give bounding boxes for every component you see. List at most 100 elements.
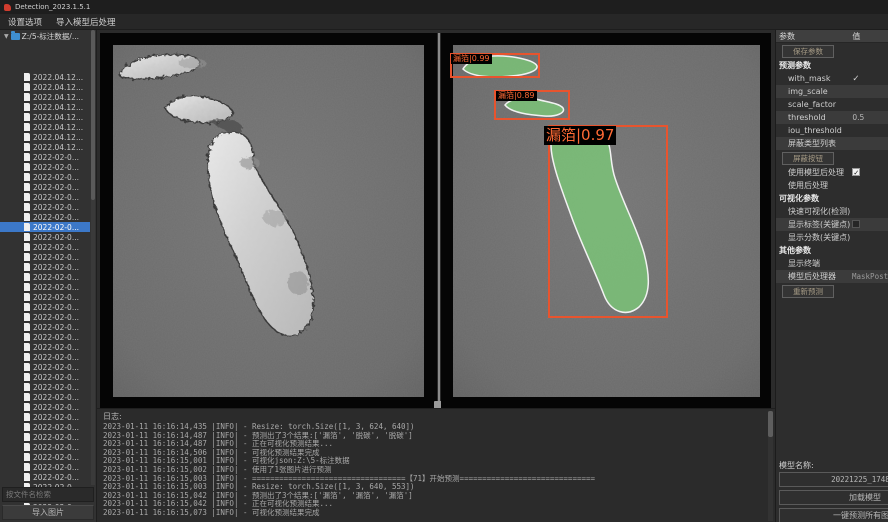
- param-label: scale_factor: [776, 100, 852, 109]
- param-row[interactable]: iou_threshold: [776, 124, 888, 137]
- file-item-label: 2022-02-0...: [33, 233, 79, 242]
- file-item[interactable]: 2022.04.12...: [0, 142, 90, 152]
- file-item[interactable]: 2022-02-0...: [0, 302, 90, 312]
- file-item[interactable]: 2022.04.12...: [0, 82, 90, 92]
- file-item[interactable]: 2022-02-0...: [0, 332, 90, 342]
- file-icon: [24, 373, 30, 381]
- param-row[interactable]: 显示终端: [776, 257, 888, 270]
- file-item[interactable]: 2022-02-0...: [0, 372, 90, 382]
- params-button-row: 重新预测: [776, 283, 888, 299]
- menu-item-settings[interactable]: 设置选项: [8, 16, 42, 28]
- file-icon: [24, 73, 30, 81]
- file-item[interactable]: 2022-02-0...: [0, 182, 90, 192]
- file-item[interactable]: 2022-02-0...: [0, 392, 90, 402]
- file-item[interactable]: 2022-02-0...: [0, 402, 90, 412]
- search-input[interactable]: [2, 487, 94, 502]
- param-value: [852, 220, 888, 230]
- param-value: 0.5: [852, 113, 888, 122]
- file-item[interactable]: 2022.04.12...: [0, 132, 90, 142]
- param-row[interactable]: 模型后处理器MaskPostPro: [776, 270, 888, 283]
- param-button[interactable]: 屏蔽按钮: [782, 152, 834, 165]
- file-item[interactable]: 2022.04.12...: [0, 122, 90, 132]
- param-row[interactable]: 快速可视化(检测): [776, 205, 888, 218]
- file-item[interactable]: 2022-02-0...: [0, 212, 90, 222]
- file-item[interactable]: 2022.04.12...: [0, 112, 90, 122]
- param-row[interactable]: scale_factor: [776, 98, 888, 111]
- param-row[interactable]: 使用模型后处理✓: [776, 166, 888, 179]
- file-item-label: 2022-02-0...: [33, 353, 79, 362]
- file-item[interactable]: 2022.04.12...: [0, 72, 90, 82]
- log-scrollbar-handle[interactable]: [768, 411, 773, 437]
- file-icon: [24, 453, 30, 461]
- file-item[interactable]: 2022-02-0...: [0, 462, 90, 472]
- file-item[interactable]: 2022.04.12...: [0, 102, 90, 112]
- file-item[interactable]: 2022-02-0...: [0, 312, 90, 322]
- menu-item-import-postprocess[interactable]: 导入模型后处理: [56, 16, 116, 28]
- file-item[interactable]: 2022-02-0...: [0, 262, 90, 272]
- file-item[interactable]: 2022-02-0...: [0, 162, 90, 172]
- file-item[interactable]: 2022-02-0...: [0, 252, 90, 262]
- scrollbar-handle[interactable]: [91, 30, 95, 200]
- log-scrollbar[interactable]: [768, 411, 773, 521]
- file-item[interactable]: 2022-02-0...: [0, 412, 90, 422]
- param-row[interactable]: with_mask✓: [776, 72, 888, 85]
- file-item[interactable]: 2022-02-0...: [0, 202, 90, 212]
- file-item[interactable]: 2022-02-0...: [0, 222, 90, 232]
- file-item[interactable]: 2022-02-0...: [0, 232, 90, 242]
- file-item-label: 2022-02-0...: [33, 203, 79, 212]
- checkbox-checked[interactable]: ✓: [852, 168, 860, 176]
- file-item[interactable]: 2022.04.12...: [0, 92, 90, 102]
- file-item[interactable]: 2022-02-0...: [0, 172, 90, 182]
- model-name-button[interactable]: 20221225_174813: [779, 472, 888, 487]
- param-row[interactable]: 使用后处理: [776, 179, 888, 192]
- file-item[interactable]: 2022-02-0...: [0, 472, 90, 482]
- param-button[interactable]: 重新预测: [782, 285, 834, 298]
- param-button[interactable]: 保存参数: [782, 45, 834, 58]
- tree-root-folder[interactable]: ▼ Z:/5-标注数据/...: [0, 30, 96, 42]
- file-item-label: 2022.04.12...: [33, 103, 83, 112]
- file-item[interactable]: 2022-02-0...: [0, 322, 90, 332]
- checkbox-unchecked[interactable]: [852, 220, 860, 228]
- original-image-panel[interactable]: [100, 33, 437, 409]
- detection-label: 漏箔|0.97: [544, 126, 616, 145]
- file-item[interactable]: 2022-02-0...: [0, 422, 90, 432]
- file-item-label: 2022-02-0...: [33, 473, 79, 482]
- file-item[interactable]: 2022-02-0...: [0, 362, 90, 372]
- file-item[interactable]: 2022-02-0...: [0, 242, 90, 252]
- param-row[interactable]: img_scale: [776, 85, 888, 98]
- file-icon: [24, 143, 30, 151]
- file-item[interactable]: 2022-02-0...: [0, 152, 90, 162]
- file-icon: [24, 93, 30, 101]
- file-item-label: 2022-02-0...: [33, 213, 79, 222]
- param-row[interactable]: 屏蔽类型列表: [776, 137, 888, 150]
- file-icon: [24, 303, 30, 311]
- file-item[interactable]: 2022-02-0...: [0, 272, 90, 282]
- file-list-scrollbar[interactable]: [91, 30, 95, 485]
- file-item-label: 2022-02-0...: [33, 313, 79, 322]
- file-item[interactable]: 2022-02-0...: [0, 442, 90, 452]
- param-row[interactable]: threshold0.5: [776, 111, 888, 124]
- file-item[interactable]: 2022-02-0...: [0, 452, 90, 462]
- prediction-image-panel[interactable]: 漏箔|0.99 漏箔|0.89 漏箔|0.97: [441, 33, 771, 409]
- param-row[interactable]: 显示分数(关键点): [776, 231, 888, 244]
- file-item[interactable]: 2022-02-0...: [0, 282, 90, 292]
- file-item-label: 2022-02-0...: [33, 243, 79, 252]
- load-model-button[interactable]: 加载模型: [779, 490, 888, 505]
- file-item[interactable]: 2022-02-0...: [0, 192, 90, 202]
- param-row[interactable]: 显示标签(关键点): [776, 218, 888, 231]
- file-item[interactable]: 2022-02-0...: [0, 342, 90, 352]
- file-icon: [24, 413, 30, 421]
- file-item-label: 2022-02-0...: [33, 413, 79, 422]
- import-image-button[interactable]: 导入图片: [2, 505, 94, 520]
- image-splitter[interactable]: [438, 33, 440, 409]
- file-item[interactable]: 2022-02-0...: [0, 432, 90, 442]
- file-item[interactable]: 2022-02-0...: [0, 292, 90, 302]
- params-col-value: 值: [852, 31, 888, 42]
- file-icon: [24, 273, 30, 281]
- param-label: with_mask: [776, 74, 852, 83]
- tree-expand-icon[interactable]: ▼: [4, 33, 9, 40]
- predict-all-button[interactable]: 一键预测所有图片: [779, 508, 888, 522]
- file-item-label: 2022-02-0...: [33, 453, 79, 462]
- file-item[interactable]: 2022-02-0...: [0, 352, 90, 362]
- file-item[interactable]: 2022-02-0...: [0, 382, 90, 392]
